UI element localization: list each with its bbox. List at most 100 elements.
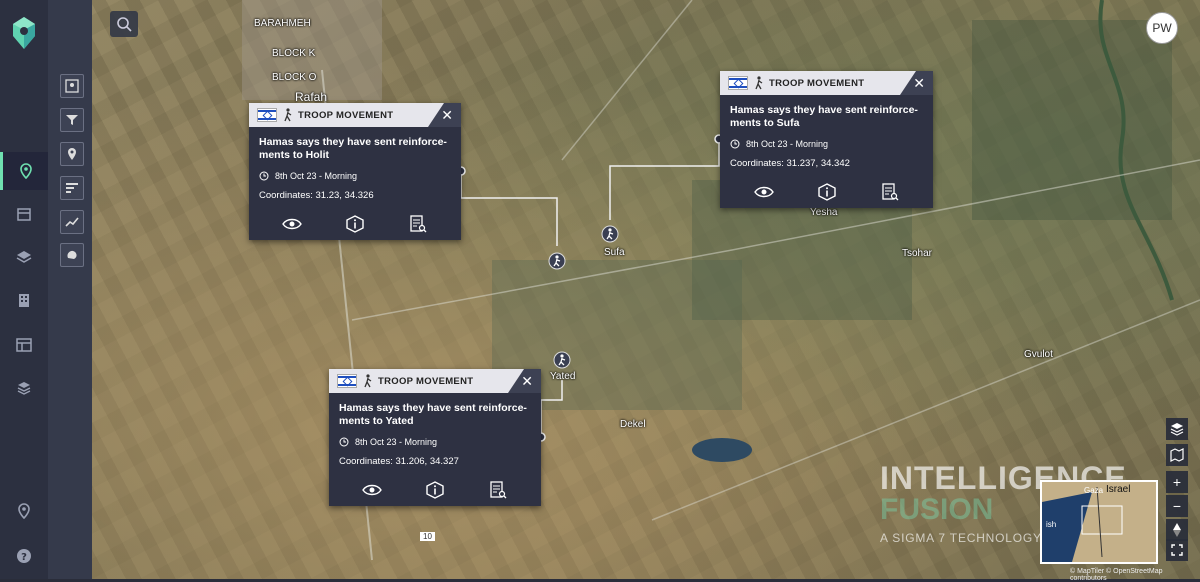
tool-trend[interactable]: [60, 210, 84, 234]
place-label-sufa: Sufa: [604, 247, 625, 258]
rail-stack[interactable]: [0, 370, 48, 408]
popup-coordinates: Coordinates: 31.206, 34.327: [339, 456, 459, 467]
minimap-label-gaza: Gaza: [1084, 486, 1104, 495]
building-icon: [19, 294, 29, 307]
popup-header: TROOP MOVEMENT ✕: [720, 71, 933, 95]
clock-icon: [730, 139, 740, 149]
troop-marker-holit[interactable]: [548, 252, 566, 270]
rail-map-pin[interactable]: [0, 152, 48, 190]
place-label-rafah: Rafah: [295, 90, 328, 104]
israel-flag-icon: [337, 374, 357, 388]
rail-dashboard[interactable]: [0, 326, 48, 364]
layers-toggle-button[interactable]: [1166, 418, 1188, 440]
map-tools-column: [48, 0, 93, 579]
walking-person-icon: [364, 374, 372, 388]
popup-coordinates: Coordinates: 31.237, 34.342: [730, 158, 850, 169]
zoom-in-button[interactable]: +: [1166, 471, 1188, 493]
rail-location[interactable]: [0, 492, 48, 530]
info-icon[interactable]: [817, 183, 837, 201]
place-label-gvulot: Gvulot: [1024, 349, 1053, 360]
tool-pin[interactable]: [60, 142, 84, 166]
troop-marker-sufa[interactable]: [601, 225, 619, 243]
compass-button[interactable]: [1166, 519, 1188, 541]
layers-icon: [1170, 423, 1184, 436]
popup-description: Hamas says they have sent reinforce- men…: [339, 402, 527, 427]
eye-icon[interactable]: [753, 183, 774, 201]
place-label: BLOCK K: [272, 48, 316, 59]
road-number-badge: 10: [420, 532, 435, 541]
popup-category: TROOP MOVEMENT: [378, 375, 474, 387]
rail-buildings[interactable]: [0, 281, 48, 319]
map-style-button[interactable]: [1166, 444, 1188, 466]
israel-flag-icon: [728, 76, 748, 90]
compass-icon: [1173, 523, 1181, 537]
report-search-icon[interactable]: [408, 215, 428, 233]
popup-header: TROOP MOVEMENT ✕: [249, 103, 461, 127]
place-label-yated: Yated: [550, 371, 576, 382]
popup-date: 8th Oct 23 - Morning: [275, 171, 358, 181]
map-attribution: © MapTiler © OpenStreetMap contributors: [1070, 568, 1163, 582]
overview-minimap[interactable]: Gaza Israel ish: [1040, 480, 1158, 564]
eye-icon[interactable]: [282, 215, 303, 233]
minimap-label-israel: Israel: [1106, 484, 1131, 495]
search-icon: [117, 17, 132, 32]
left-nav-rail: ?: [0, 0, 48, 579]
popup-description: Hamas says they have sent reinforce- men…: [259, 136, 447, 161]
popup-category: TROOP MOVEMENT: [298, 109, 394, 121]
event-popup-sufa: TROOP MOVEMENT ✕ Hamas says they have se…: [720, 71, 933, 208]
tool-filter[interactable]: [60, 108, 84, 132]
bar-chart-icon: [66, 183, 78, 193]
filter-icon: [66, 115, 78, 125]
trend-icon: [65, 217, 79, 227]
popup-coordinates: Coordinates: 31.23, 34.326: [259, 190, 374, 201]
close-icon[interactable]: ✕: [441, 107, 453, 123]
info-icon[interactable]: [345, 215, 365, 233]
report-search-icon[interactable]: [488, 481, 508, 499]
troop-marker-yated[interactable]: [553, 351, 571, 369]
fullscreen-icon: [1171, 544, 1183, 556]
clock-icon: [339, 437, 349, 447]
rail-layers[interactable]: [0, 238, 48, 276]
layers-icon: [16, 251, 32, 263]
close-icon[interactable]: ✕: [913, 75, 925, 91]
fullscreen-button[interactable]: [1166, 539, 1188, 561]
stack-icon: [17, 382, 31, 395]
app-logo-icon[interactable]: [12, 16, 36, 50]
close-icon[interactable]: ✕: [521, 373, 533, 389]
eye-icon[interactable]: [362, 481, 383, 499]
zoom-out-button[interactable]: −: [1166, 495, 1188, 517]
dashboard-icon: [16, 338, 32, 352]
tool-heat[interactable]: [60, 243, 84, 267]
map-style-icon: [1170, 448, 1184, 462]
popup-date: 8th Oct 23 - Morning: [746, 139, 829, 149]
popup-description: Hamas says they have sent reinforce- men…: [730, 104, 918, 129]
svg-text:?: ?: [21, 552, 27, 563]
event-popup-yated: TROOP MOVEMENT ✕ Hamas says they have se…: [329, 369, 541, 506]
place-label: BARAHMEH: [254, 18, 311, 29]
help-icon: ?: [17, 549, 31, 563]
tool-map-view[interactable]: [60, 74, 84, 98]
tool-bar-chart[interactable]: [60, 176, 84, 200]
place-label-tsohar: Tsohar: [902, 248, 933, 259]
popup-category: TROOP MOVEMENT: [769, 77, 865, 89]
satellite-map[interactable]: BARAHMEH BLOCK K BLOCK O Rafah Sufa Yesh…: [92, 0, 1200, 579]
place-label: BLOCK O: [272, 72, 317, 83]
rail-calendar[interactable]: [0, 195, 48, 233]
place-label-dekel: Dekel: [620, 419, 646, 430]
rail-help[interactable]: ?: [0, 537, 48, 575]
israel-flag-icon: [257, 108, 277, 122]
walking-person-icon: [284, 108, 292, 122]
event-popup-holit: TROOP MOVEMENT ✕ Hamas says they have se…: [249, 103, 461, 240]
info-icon[interactable]: [425, 481, 445, 499]
map-pin-icon: [19, 163, 32, 179]
calendar-icon: [17, 208, 31, 221]
location-pin-icon: [18, 503, 30, 519]
clock-icon: [259, 171, 269, 181]
report-search-icon[interactable]: [880, 183, 900, 201]
walking-person-icon: [755, 76, 763, 90]
user-avatar[interactable]: PW: [1146, 12, 1178, 44]
map-view-icon: [65, 79, 79, 93]
popup-header: TROOP MOVEMENT ✕: [329, 369, 541, 393]
pin-icon: [68, 148, 76, 160]
map-search-button[interactable]: [110, 11, 138, 37]
